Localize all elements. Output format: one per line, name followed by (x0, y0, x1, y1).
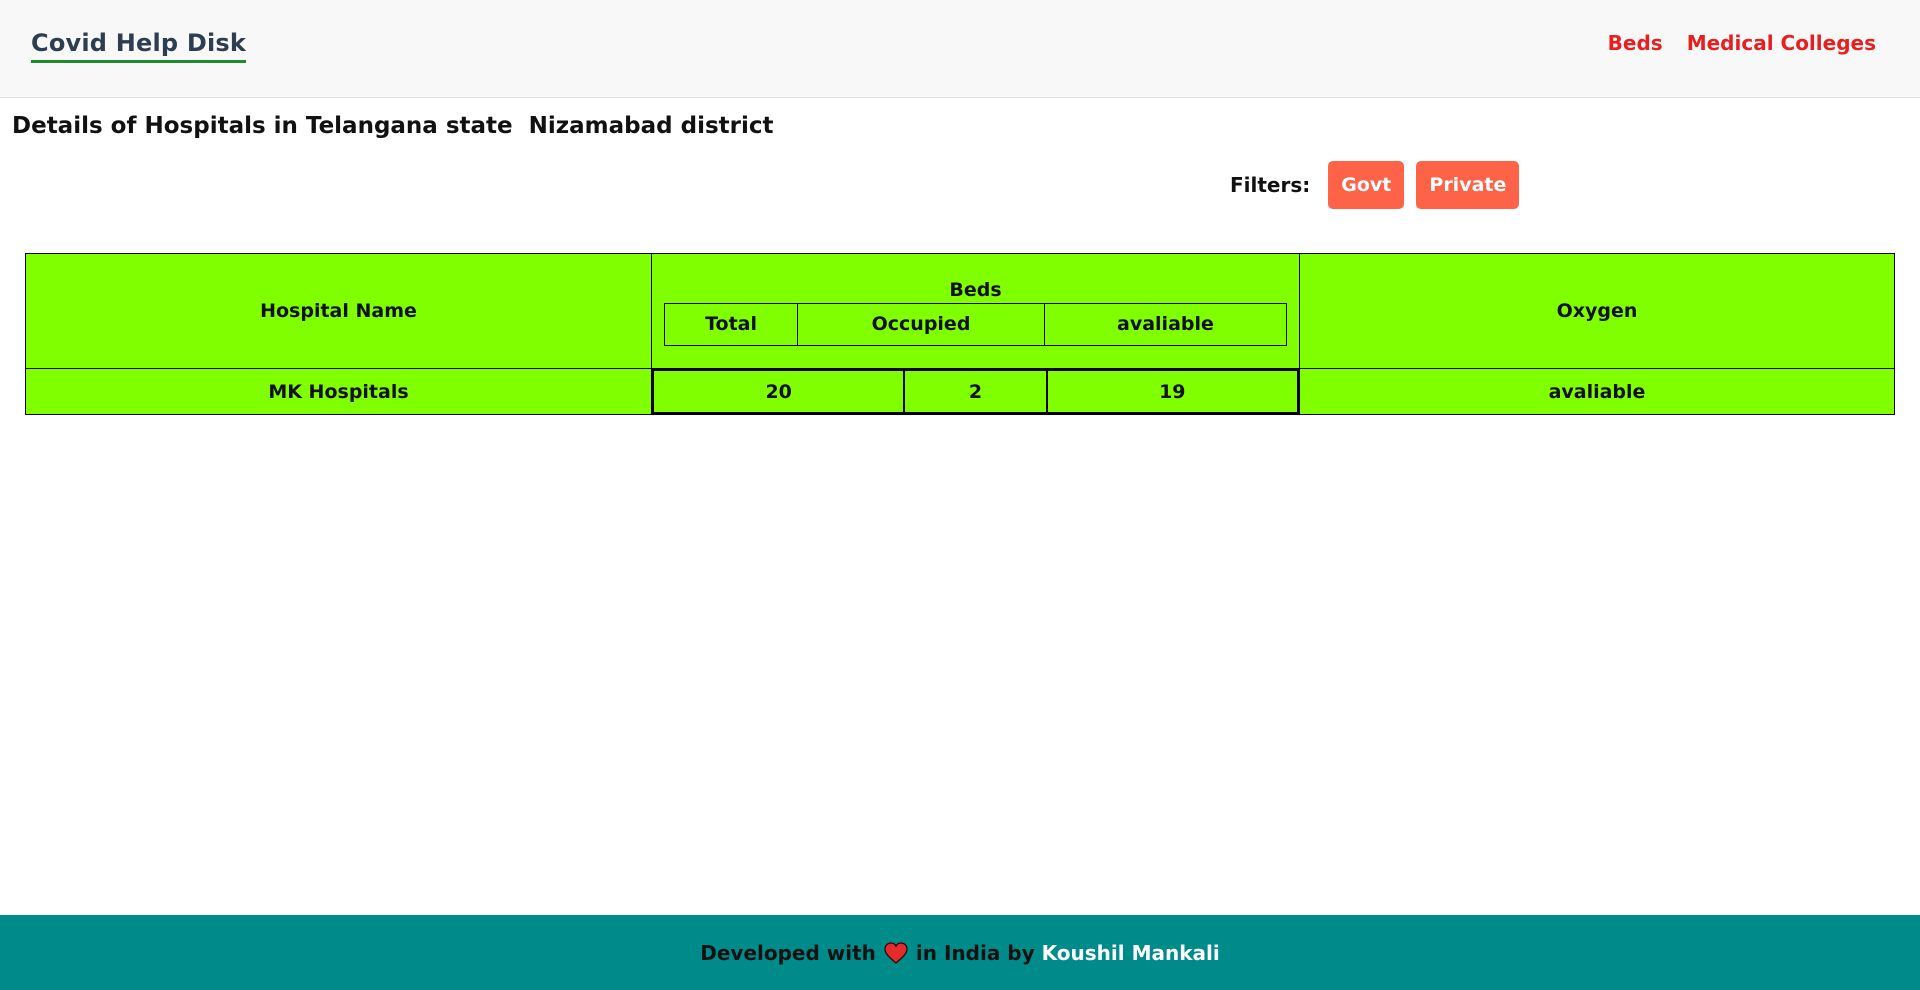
cell-beds-occupied: 2 (903, 369, 1048, 414)
table-row: MK Hospitals 20 2 19 avaliable (25, 368, 1895, 415)
navbar: Covid Help Disk Beds Medical Colleges (0, 0, 1920, 98)
header-beds-group: Beds Total Occupied avaliable (651, 253, 1300, 369)
header-beds: Beds (949, 278, 1002, 301)
nav-link-medical-colleges[interactable]: Medical Colleges (1687, 31, 1876, 55)
filter-govt-button[interactable]: Govt (1328, 161, 1405, 209)
footer-text-before: Developed with (700, 940, 876, 965)
hospitals-table: Hospital Name Beds Total Occupied avalia… (25, 253, 1895, 415)
author-link[interactable]: Koushil Mankali (1042, 941, 1220, 965)
filter-private-button[interactable]: Private (1416, 161, 1520, 209)
nav-link-beds[interactable]: Beds (1608, 31, 1663, 55)
cell-beds-total: 20 (651, 369, 906, 414)
header-beds-total: Total (663, 302, 799, 346)
cell-hospital-name: MK Hospitals (25, 368, 652, 415)
cell-beds-group: 20 2 19 (651, 368, 1300, 415)
beds-subheader-table: Total Occupied avaliable (663, 302, 1288, 346)
header-beds-available: avaliable (1043, 302, 1288, 346)
filters-label: Filters: (1230, 173, 1311, 197)
nav-links: Beds Medical Colleges (1608, 31, 1876, 55)
heart-icon (883, 941, 909, 964)
beds-values-table: 20 2 19 (651, 369, 1300, 414)
page-title: Details of Hospitals in Telangana state … (12, 113, 774, 139)
cell-oxygen: avaliable (1299, 368, 1895, 415)
footer: Developed with in India by Koushil Manka… (0, 915, 1920, 990)
cell-beds-available: 19 (1045, 369, 1300, 414)
header-hospital-name: Hospital Name (25, 253, 652, 369)
header-oxygen: Oxygen (1299, 253, 1895, 369)
footer-text-after: in India by (915, 940, 1035, 965)
table-header-row: Hospital Name Beds Total Occupied avalia… (25, 253, 1895, 369)
header-beds-occupied: Occupied (797, 302, 1045, 346)
brand-logo-link[interactable]: Covid Help Disk (31, 29, 247, 63)
filters-bar: Filters: Govt Private (1230, 161, 1531, 209)
